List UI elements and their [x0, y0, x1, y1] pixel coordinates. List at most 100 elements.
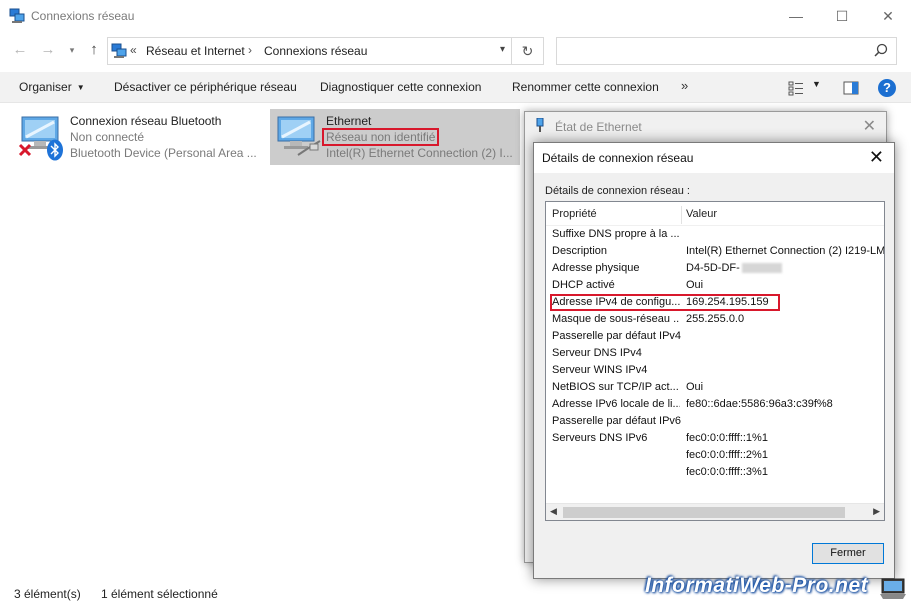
scroll-left-icon[interactable]: ◀	[550, 506, 557, 517]
connection-details-dialog: Détails de connexion réseau ✕ Détails de…	[533, 142, 895, 579]
search-icon	[874, 43, 888, 57]
chevron-down-icon: ▼	[76, 83, 85, 92]
list-item[interactable]: Passerelle par défaut IPv6	[546, 413, 884, 430]
column-value[interactable]: Valeur	[686, 208, 717, 220]
connection-text: Connexion réseau Bluetooth Non connecté …	[70, 113, 257, 161]
close-button[interactable]: ✕	[865, 0, 911, 32]
connection-status: Non connecté	[70, 130, 145, 144]
maximize-button[interactable]: ☐	[819, 0, 865, 32]
connection-bluetooth[interactable]: Connexion réseau Bluetooth Non connecté …	[14, 109, 264, 165]
network-connections-icon	[111, 43, 127, 58]
breadcrumb-separator[interactable]: ›	[248, 43, 252, 57]
property-name: Passerelle par défaut IPv6	[552, 415, 682, 427]
rename-button[interactable]: Renommer cette connexion	[512, 80, 659, 94]
back-arrow-icon[interactable]: ←	[10, 40, 30, 60]
connection-name: Ethernet	[326, 114, 372, 128]
watermark-text: InformatiWeb-Pro.net	[645, 574, 869, 597]
disconnected-x-icon	[18, 143, 32, 157]
list-item[interactable]: fec0:0:0:ffff::2%1	[546, 447, 884, 464]
property-value-mac: D4-5D-DF-	[686, 262, 782, 274]
column-divider[interactable]	[681, 206, 682, 224]
scrollbar-thumb[interactable]	[563, 507, 845, 518]
more-commands-button[interactable]: »	[681, 78, 688, 93]
close-icon[interactable]: ✕	[863, 116, 876, 136]
bluetooth-icon	[47, 139, 63, 161]
property-value: fec0:0:0:ffff::1%1	[686, 432, 768, 444]
property-value: 169.254.195.159	[686, 296, 769, 308]
recent-chevron-icon[interactable]: ▾	[62, 40, 82, 60]
forward-arrow-icon[interactable]: →	[38, 40, 58, 60]
property-name: Masque de sous-réseau ...	[552, 313, 680, 325]
connection-status: Réseau non identifié	[322, 128, 440, 146]
preview-pane-icon[interactable]	[843, 80, 859, 96]
column-property[interactable]: Propriété	[552, 208, 597, 220]
list-item[interactable]: Suffixe DNS propre à la ...	[546, 226, 884, 243]
scroll-right-icon[interactable]: ▶	[873, 506, 880, 517]
refresh-button[interactable]: ↻	[512, 37, 544, 65]
watermark-logo-icon	[880, 578, 906, 599]
list-item[interactable]: NetBIOS sur TCP/IP act... Oui	[546, 379, 884, 396]
details-list[interactable]: Propriété Valeur Suffixe DNS propre à la…	[545, 201, 885, 521]
property-name: DHCP activé	[552, 279, 615, 291]
list-item[interactable]: fec0:0:0:ffff::3%1	[546, 464, 884, 481]
breadcrumb-network-internet[interactable]: Réseau et Internet	[146, 44, 245, 58]
details-label: Détails de connexion réseau :	[545, 185, 690, 197]
address-bar[interactable]: « Réseau et Internet › Connexions réseau…	[107, 37, 512, 65]
breadcrumb-network-connections[interactable]: Connexions réseau	[264, 44, 367, 58]
property-name: Suffixe DNS propre à la ...	[552, 228, 680, 240]
list-item[interactable]: Adresse physique D4-5D-DF-	[546, 260, 884, 277]
disable-device-button[interactable]: Désactiver ce périphérique réseau	[114, 80, 297, 94]
list-item[interactable]: Serveurs DNS IPv6 fec0:0:0:ffff::1%1	[546, 430, 884, 447]
property-name: Serveur WINS IPv4	[552, 364, 648, 376]
view-options-icon[interactable]	[788, 80, 804, 96]
organize-menu[interactable]: Organiser ▼	[19, 80, 85, 94]
network-connections-icon	[9, 8, 25, 23]
close-icon[interactable]: ✕	[869, 147, 884, 168]
window-title: Connexions réseau	[31, 9, 135, 23]
property-name: Adresse IPv4 de configu...	[552, 296, 680, 308]
list-item[interactable]: Masque de sous-réseau ... 255.255.0.0	[546, 311, 884, 328]
connection-ethernet[interactable]: Ethernet Réseau non identifié Intel(R) E…	[270, 109, 520, 165]
breadcrumb-overflow[interactable]: «	[130, 43, 137, 57]
blurred-mac-suffix	[741, 263, 782, 274]
property-name: Serveurs DNS IPv6	[552, 432, 648, 444]
property-name: Adresse physique	[552, 262, 640, 274]
list-item[interactable]: Adresse IPv6 locale de li... fe80::6dae:5…	[546, 396, 884, 413]
diagnose-button[interactable]: Diagnostiquer cette connexion	[320, 80, 481, 94]
organize-label: Organiser	[19, 80, 72, 94]
view-dropdown-icon[interactable]: ▼	[812, 79, 821, 89]
property-name: Passerelle par défaut IPv4	[552, 330, 682, 342]
list-header: Propriété Valeur	[546, 202, 884, 226]
horizontal-scrollbar[interactable]: ◀ ▶	[546, 503, 884, 520]
list-item[interactable]: Serveur DNS IPv4	[546, 345, 884, 362]
property-value: fe80::6dae:5586:96a3:c39f%8	[686, 398, 833, 410]
dialog-header: Détails de connexion réseau ✕	[534, 143, 894, 173]
list-item-ipv4[interactable]: Adresse IPv4 de configu... 169.254.195.15…	[546, 294, 884, 311]
dialog-title: Détails de connexion réseau	[542, 151, 694, 165]
connection-text: Ethernet Réseau non identifié Intel(R) E…	[322, 113, 513, 161]
mac-prefix: D4-5D-DF-	[686, 262, 740, 274]
search-input[interactable]	[556, 37, 897, 65]
property-value: 255.255.0.0	[686, 313, 745, 325]
list-item[interactable]: Description Intel(R) Ethernet Connection …	[546, 243, 884, 260]
minimize-button[interactable]: —	[773, 0, 819, 32]
address-dropdown-icon[interactable]: ▾	[500, 44, 505, 55]
dialog-title: État de Ethernet	[555, 120, 642, 134]
property-value: fec0:0:0:ffff::2%1	[686, 449, 768, 461]
connection-device: Intel(R) Ethernet Connection (2) I...	[326, 146, 513, 160]
property-name: NetBIOS sur TCP/IP act...	[552, 381, 679, 393]
title-bar: Connexions réseau — ☐ ✕	[0, 0, 911, 32]
list-item[interactable]: Passerelle par défaut IPv4	[546, 328, 884, 345]
up-arrow-icon[interactable]: ↑	[84, 40, 104, 60]
list-item[interactable]: Serveur WINS IPv4	[546, 362, 884, 379]
property-value: fec0:0:0:ffff::3%1	[686, 466, 768, 478]
property-name: Adresse IPv6 locale de li...	[552, 398, 680, 410]
ethernet-cable-icon	[297, 140, 321, 156]
help-icon[interactable]: ?	[878, 79, 896, 97]
selection-count: 1 élément sélectionné	[101, 587, 218, 601]
property-name: Description	[552, 245, 608, 257]
close-dialog-button[interactable]: Fermer	[812, 543, 884, 564]
list-item[interactable]: DHCP activé Oui	[546, 277, 884, 294]
connection-name: Connexion réseau Bluetooth	[70, 114, 222, 128]
property-value: Oui	[686, 381, 704, 393]
